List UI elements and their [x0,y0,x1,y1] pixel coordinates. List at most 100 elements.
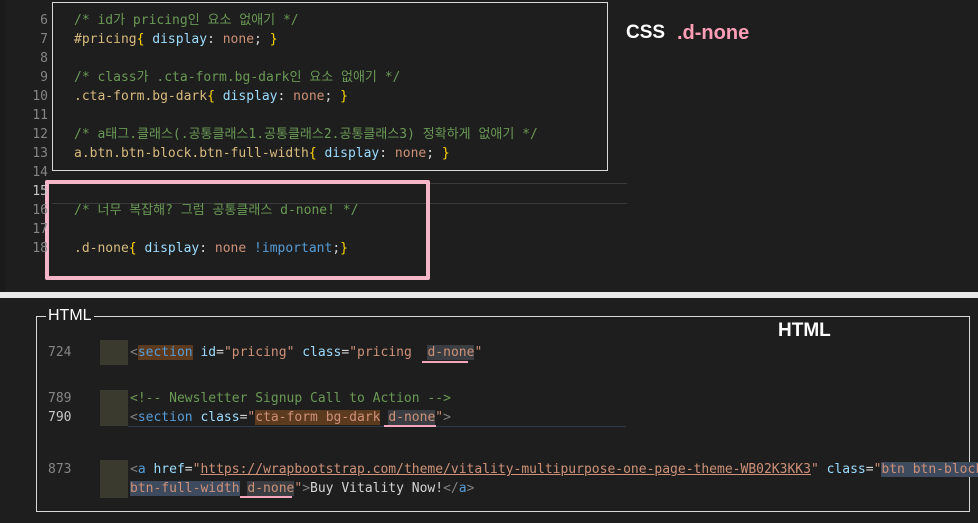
css-rule-d-none: .d-none{ display: none !important;} [74,239,348,258]
css-selector: #pricing [74,32,137,47]
line-number: 873 [48,462,72,477]
line-number: 18 [32,241,48,256]
css-value: none [293,89,325,104]
html-line-anchor-wrap: btn-full-width d-none">Buy Vitality Now!… [130,479,474,498]
quote: " [810,462,819,477]
attr-name: class [302,345,342,360]
css-property: display [324,146,380,161]
css-comment: /* id가 pricing인 요소 없애기 */ [74,13,299,28]
d-none-rule-annotation-box [45,180,430,280]
css-value: none [222,32,255,47]
line-number: 11 [32,108,48,123]
html-line-anchor: <a href="https://wrapbootstrap.com/theme… [130,460,978,479]
attr-name: class [200,410,240,425]
line-number: 7 [40,32,48,47]
d-none-class: d-none [427,345,475,360]
d-none-class: d-none [247,481,295,496]
css-selector: .cta-form.bg-dark [74,89,208,104]
tag-name: section [137,345,193,360]
indent-guide [100,390,128,426]
line-number: 17 [32,222,48,237]
tag-bracket: < [130,462,138,477]
attr-value: pricing [231,345,287,360]
css-semicolon: ; [426,146,435,161]
css-brace: } [340,89,348,104]
css-brace: } [441,146,450,161]
attr-equals: = [865,462,874,477]
indent-guide [100,460,128,498]
tag-bracket: > [302,481,311,496]
tag-bracket: > [443,410,451,425]
css-brace: { [128,241,137,256]
css-editor-panel: 6 7 8 9 10 11 12 13 14 15 16 17 18 /* id… [0,0,978,292]
tag-bracket: < [130,410,138,425]
css-selector: a.btn.btn-block.btn-full-width [74,146,309,161]
html-label-right: HTML [778,320,831,341]
css-comment: /* a태그.클래스(.공통클래스1.공통클래스2.공통클래스3) 정확하게 없… [74,127,538,142]
attr-value: pricing [357,345,412,360]
css-property: display [222,89,278,104]
css-rule-btn: a.btn.btn-block.btn-full-width{ display:… [74,144,450,163]
css-semicolon: ; [332,241,341,256]
attr-name: href [153,462,185,477]
html-comment: <!-- Newsletter Signup Call to Action --… [130,391,451,406]
css-brace: } [269,32,278,47]
line-number: 6 [40,13,48,28]
line-number: 14 [32,165,48,180]
line-number: 8 [40,51,48,66]
html-label-left: HTML [46,307,94,325]
href-link[interactable]: https://wrapbootstrap.com/theme/vitality… [200,462,810,477]
tag-bracket: < [130,345,138,360]
css-rule-pricing: #pricing{ display: none; } [74,30,278,49]
line-number-active: 790 [48,410,72,425]
attr-name: class [826,462,866,477]
d-none-underline [422,361,468,363]
indent-guide [100,340,128,365]
css-rule-cta-form: .cta-form.bg-dark{ display: none; } [74,87,348,106]
d-none-underline [240,496,292,498]
d-none-underline [384,425,436,427]
quote: " [349,345,358,360]
quote: " [435,410,444,425]
attr-value: btn-full-width [130,481,240,496]
attr-value: cta-form bg-dark [255,410,381,425]
line-number: 724 [48,345,72,360]
css-property: display [152,32,208,47]
attr-equals: = [341,345,350,360]
css-selector: .d-none [74,241,129,256]
attr-equals: = [216,345,224,360]
attr-name: id [200,345,217,360]
css-colon: : [199,241,208,256]
css-colon: : [379,146,388,161]
css-semicolon: ; [324,89,333,104]
attr-equals: = [184,462,193,477]
css-important: !important [254,241,333,256]
css-brace: { [207,89,215,104]
tag-name: a [458,481,467,496]
css-comment: /* 너무 복잡해? 그럼 공통클래스 d-none! */ [74,203,359,218]
css-brace: { [308,146,317,161]
quote: " [474,345,483,360]
line-number: 13 [32,146,48,161]
css-semicolon: ; [254,32,262,47]
tag-name: section [137,410,193,425]
quote: " [223,345,232,360]
css-value: none [394,146,427,161]
css-comment: /* class가 .cta-form.bg-dark인 요소 없애기 */ [74,70,401,85]
css-colon: : [207,32,215,47]
css-brace: } [340,241,348,256]
css-property: display [144,241,200,256]
tag-name: a [137,462,146,477]
attr-value: btn btn-block [881,462,978,477]
line-number: 16 [32,203,48,218]
d-none-label: .d-none [677,22,750,44]
line-number: 9 [40,70,48,85]
line-number: 789 [48,391,72,406]
line-number: 12 [32,127,48,142]
quote: " [286,345,295,360]
anchor-text: Buy Vitality Now! [310,481,444,496]
line-number: 10 [32,89,48,104]
tag-bracket: > [466,481,475,496]
html-line-section-pricing: <section id="pricing" class="pricing d-n… [130,343,482,362]
css-colon: : [277,89,286,104]
